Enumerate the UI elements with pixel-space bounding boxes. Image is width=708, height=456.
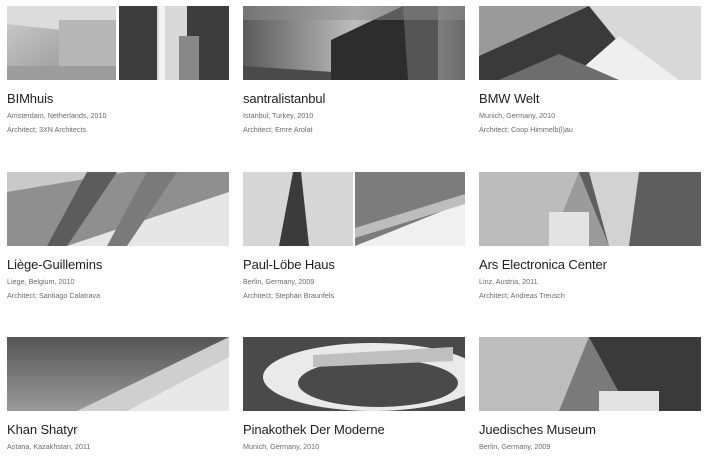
project-architect: Architect; Stephan Braunfels xyxy=(243,291,335,300)
project-title[interactable]: Paul-Löbe Haus xyxy=(243,257,335,272)
project-title[interactable]: BMW Welt xyxy=(479,91,539,106)
project-card-bmw-welt[interactable]: BMW Welt Munich, Germany, 2010 Architect… xyxy=(479,6,701,134)
project-location: Berlin, Germany, 2009 xyxy=(243,277,315,286)
project-location: Amsterdam, Netherlands, 2010 xyxy=(7,111,107,120)
project-thumbnail[interactable] xyxy=(7,6,229,80)
project-title[interactable]: Liège-Guillemins xyxy=(7,257,102,272)
project-title[interactable]: BIMhuis xyxy=(7,91,53,106)
project-architect: Architect; Andreas Treusch xyxy=(479,291,565,300)
project-location: Istanbul; Turkey, 2010 xyxy=(243,111,314,120)
project-thumbnail[interactable] xyxy=(479,337,701,411)
project-location: Liege, Belgium, 2010 xyxy=(7,277,75,286)
project-card-juedisches-museum[interactable]: Juedisches Museum Berlin, Germany, 2009 xyxy=(479,337,701,451)
project-architect: Architect; Santiago Calatrava xyxy=(7,291,101,300)
project-thumbnail[interactable] xyxy=(243,172,465,246)
project-title[interactable]: Khan Shatyr xyxy=(7,422,78,437)
project-thumbnail[interactable] xyxy=(243,6,465,80)
project-card-khan-shatyr[interactable]: Khan Shatyr Astana, Kazakhstan, 2011 xyxy=(7,337,229,451)
project-location: Linz, Austria, 2011 xyxy=(479,277,538,286)
project-title[interactable]: Ars Electronica Center xyxy=(479,257,607,272)
project-thumbnail[interactable] xyxy=(243,337,465,411)
project-thumbnail[interactable] xyxy=(479,6,701,80)
project-location: Astana, Kazakhstan, 2011 xyxy=(7,442,91,451)
project-location: Munich, Germany, 2010 xyxy=(243,442,320,451)
project-title[interactable]: Pinakothek Der Moderne xyxy=(243,422,385,437)
project-card-paul-loebe-haus[interactable]: Paul-Löbe Haus Berlin, Germany, 2009 Arc… xyxy=(243,172,465,300)
project-card-ars-electronica-center[interactable]: Ars Electronica Center Linz, Austria, 20… xyxy=(479,172,701,300)
project-architect: Architect; Coop Himmelb(l)au xyxy=(479,125,573,134)
project-card-bimhuis[interactable]: BIMhuis Amsterdam, Netherlands, 2010 Arc… xyxy=(7,6,229,134)
project-card-santralistanbul[interactable]: santralistanbul Istanbul; Turkey, 2010 A… xyxy=(243,6,465,134)
project-title[interactable]: Juedisches Museum xyxy=(479,422,596,437)
project-architect: Architect; 3XN Architects xyxy=(7,125,87,134)
project-thumbnail[interactable] xyxy=(479,172,701,246)
project-thumbnail[interactable] xyxy=(7,337,229,411)
project-location: Berlin, Germany, 2009 xyxy=(479,442,551,451)
project-location: Munich, Germany, 2010 xyxy=(479,111,556,120)
project-thumbnail[interactable] xyxy=(7,172,229,246)
project-title[interactable]: santralistanbul xyxy=(243,91,325,106)
project-card-liege-guillemins[interactable]: Liège-Guillemins Liege, Belgium, 2010 Ar… xyxy=(7,172,229,300)
project-architect: Architect; Emre Arolat xyxy=(243,125,313,134)
project-card-pinakothek-der-moderne[interactable]: Pinakothek Der Moderne Munich, Germany, … xyxy=(243,337,465,451)
